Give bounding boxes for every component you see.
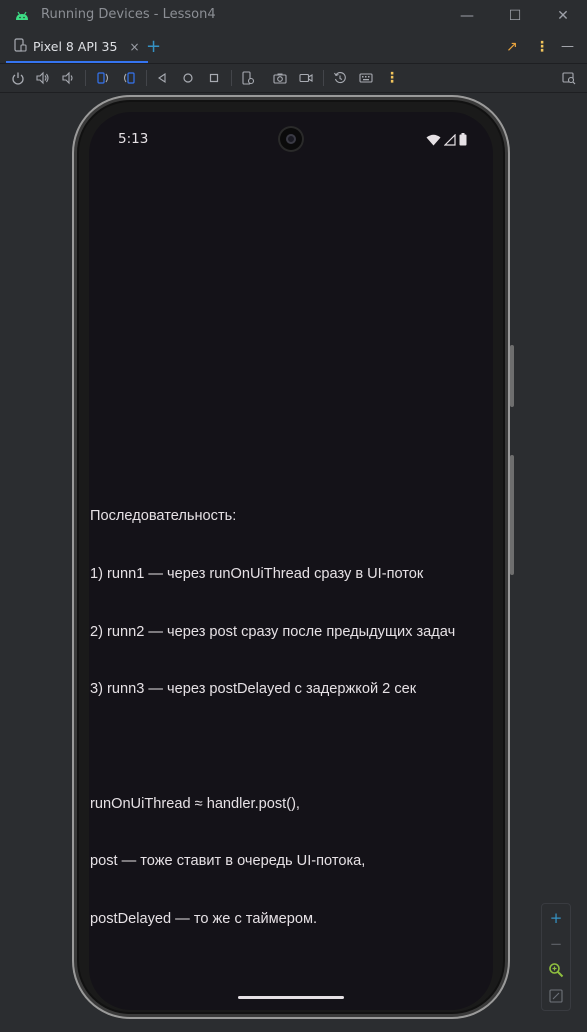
keyboard-icon[interactable]: [357, 69, 375, 87]
volume-down-icon[interactable]: [59, 69, 77, 87]
wifi-icon: [426, 131, 441, 150]
zoom-controls: + −: [541, 903, 571, 1011]
cell-signal-icon: [443, 131, 456, 150]
front-camera: [278, 126, 304, 152]
battery-icon: [459, 131, 467, 150]
zoom-actual-size-icon[interactable]: [546, 960, 566, 980]
maximize-button[interactable]: ☐: [505, 6, 525, 26]
more-options-button[interactable]: ⋮: [383, 69, 401, 87]
content-line: [90, 738, 490, 757]
content-line: runOnUiThread ≈ handler.post(),: [90, 795, 300, 812]
zoom-in-button[interactable]: +: [546, 908, 566, 928]
options-menu-button[interactable]: ⋮: [535, 39, 549, 55]
gesture-nav-handle[interactable]: [238, 996, 344, 999]
toolbar-separator: [146, 70, 147, 86]
tab-close-icon[interactable]: ×: [129, 40, 139, 54]
zoom-out-button[interactable]: −: [546, 934, 566, 954]
volume-up-icon[interactable]: [34, 69, 52, 87]
snapshot-restore-icon[interactable]: [331, 69, 349, 87]
device-phone-icon: [14, 37, 27, 56]
tab-label: Pixel 8 API 35: [33, 39, 118, 54]
window-title: Running Devices - Lesson4: [41, 7, 216, 22]
arrow-up-right-icon[interactable]: ↗: [506, 39, 518, 55]
toolbar-separator: [85, 70, 86, 86]
overview-icon[interactable]: [205, 69, 223, 87]
back-icon[interactable]: [153, 69, 171, 87]
phone-volume-rocker: [510, 455, 514, 575]
content-line: post — тоже ставит в очередь UI-потока,: [90, 853, 366, 870]
title-bar: Running Devices - Lesson4 — ☐ ✕: [0, 0, 587, 32]
tab-pixel-8[interactable]: Pixel 8 API 35 ×: [6, 32, 148, 63]
phone-side-button: [510, 345, 514, 407]
rotate-right-icon[interactable]: [120, 69, 138, 87]
content-line: 2) runn2 — через post сразу после предыд…: [90, 623, 456, 640]
text-view: Последовательность: 1) runn1 — через run…: [90, 469, 490, 967]
content-line: Последовательность:: [90, 508, 237, 525]
device-toolbar: ⋮: [0, 64, 587, 93]
android-icon: [14, 8, 30, 24]
home-icon[interactable]: [179, 69, 197, 87]
toolbar-separator: [231, 70, 232, 86]
toolbar-separator: [323, 70, 324, 86]
status-icons: [426, 131, 467, 150]
window-search-icon[interactable]: [560, 69, 578, 87]
minimize-button[interactable]: —: [457, 6, 477, 26]
device-screen[interactable]: 5:13 Последовательность: 1) runn1 — чере…: [89, 112, 493, 1010]
add-device-button[interactable]: +: [146, 37, 161, 57]
power-icon[interactable]: [9, 69, 27, 87]
status-time: 5:13: [118, 131, 149, 147]
content-line: 1) runn1 — через runOnUiThread сразу в U…: [90, 566, 424, 582]
screenshot-camera-icon[interactable]: [271, 69, 289, 87]
device-settings-icon[interactable]: [239, 69, 257, 87]
content-line: postDelayed — то же с таймером.: [90, 910, 318, 927]
device-tab-bar: Pixel 8 API 35 × + ↗ ⋮ —: [0, 32, 587, 64]
content-line: 3) runn3 — через postDelayed с задержкой…: [90, 681, 417, 698]
hide-panel-icon[interactable]: —: [561, 39, 574, 54]
close-window-button[interactable]: ✕: [553, 6, 573, 26]
rotate-left-icon[interactable]: [94, 69, 112, 87]
screen-record-icon[interactable]: [297, 69, 315, 87]
zoom-fit-icon[interactable]: [546, 986, 566, 1006]
